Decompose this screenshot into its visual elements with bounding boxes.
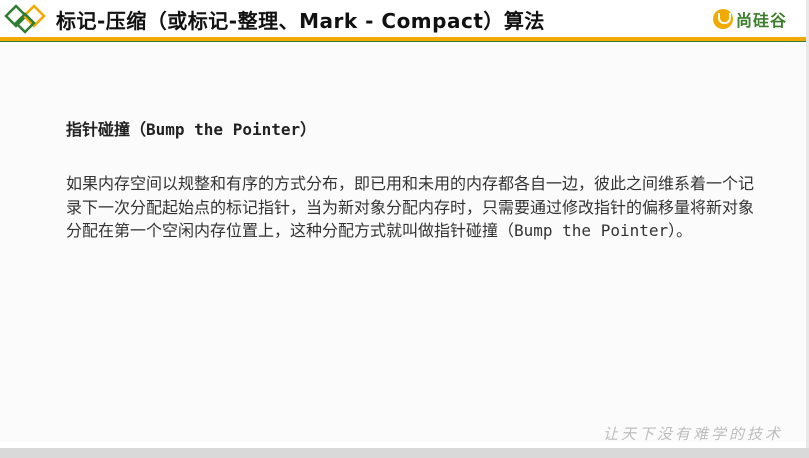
- brand-name: 尚硅谷: [735, 11, 787, 30]
- slide: 标记-压缩（或标记-整理、Mark - Compact）算法 尚硅谷 指针碰撞（…: [0, 0, 809, 458]
- brand-mark-icon: [712, 9, 733, 29]
- brand-logo: 尚硅谷: [712, 8, 787, 30]
- slogan-watermark: 让天下没有难学的技术: [602, 425, 783, 443]
- diamond-logo-icon: [4, 4, 46, 34]
- body-paragraph: 如果内存空间以规整和有序的方式分布，即已用和未用的内存都各自一边，彼此之间维系着…: [66, 174, 755, 240]
- section-heading: 指针碰撞（Bump the Pointer）: [66, 120, 317, 139]
- slide-title: 标记-压缩（或标记-整理、Mark - Compact）算法: [56, 9, 545, 33]
- slide-header: 标记-压缩（或标记-整理、Mark - Compact）算法 尚硅谷: [0, 0, 809, 37]
- window-bottom-bar: [0, 448, 809, 458]
